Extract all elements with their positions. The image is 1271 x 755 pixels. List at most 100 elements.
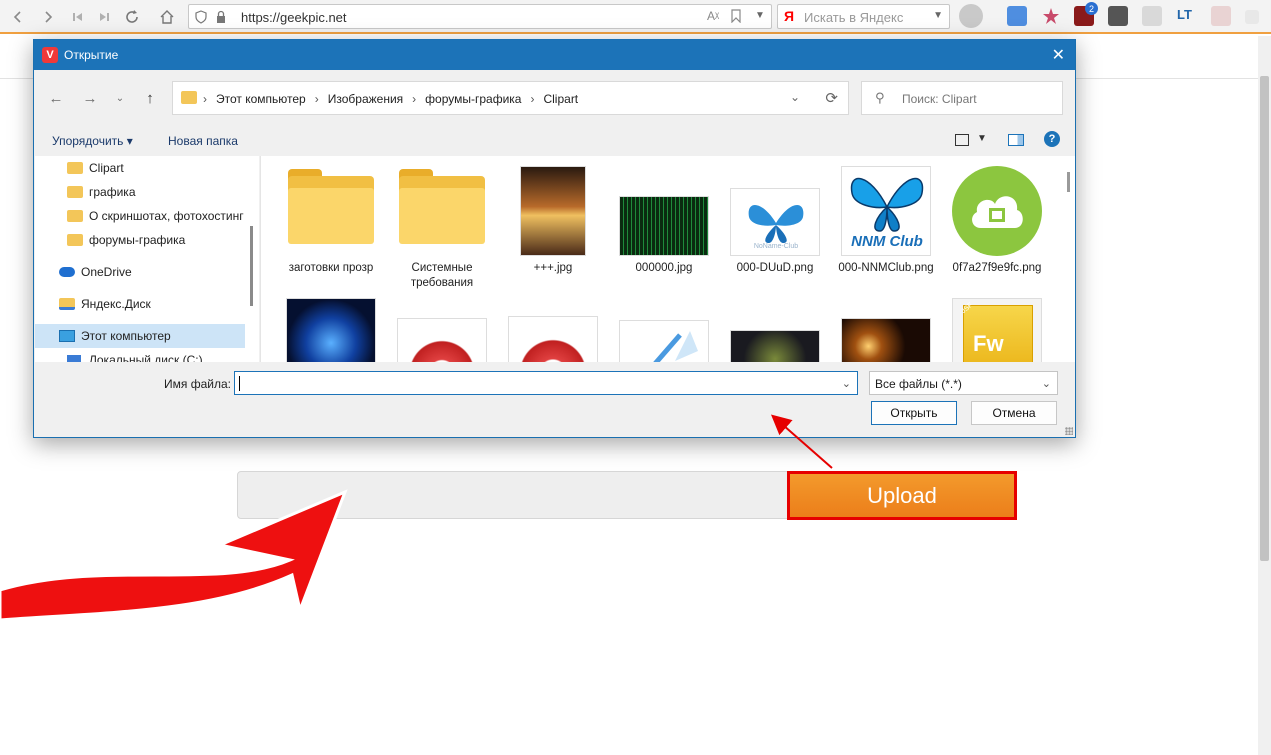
reload-icon[interactable] bbox=[120, 5, 144, 29]
image-ext-icon[interactable] bbox=[1211, 6, 1231, 26]
folder-icon bbox=[67, 162, 83, 174]
breadcrumb[interactable]: › Этот компьютер › Изображения › форумы-… bbox=[172, 81, 849, 115]
filetype-select[interactable]: Все файлы (*.*) ⌄ bbox=[869, 371, 1058, 395]
star-ext-icon[interactable] bbox=[1041, 6, 1061, 26]
page-scrollbar-thumb[interactable] bbox=[1260, 76, 1269, 561]
resize-grip-icon[interactable] bbox=[1065, 427, 1073, 435]
rewind-icon[interactable] bbox=[66, 5, 90, 29]
chevron-down-icon[interactable]: ⌄ bbox=[790, 90, 800, 104]
nav-item-local-disk[interactable]: Локальный диск (C:) bbox=[35, 348, 245, 362]
help-icon[interactable]: ? bbox=[1044, 131, 1060, 147]
matrix-image-icon bbox=[619, 196, 709, 256]
folder-icon bbox=[59, 298, 75, 310]
recent-dropdown-icon[interactable]: ⌄ bbox=[110, 81, 130, 115]
menu-ext-icon[interactable] bbox=[1245, 10, 1259, 24]
new-folder-button[interactable]: Новая папка bbox=[168, 134, 238, 148]
forward-arrow-icon[interactable]: → bbox=[78, 81, 102, 115]
lt-ext-icon[interactable]: LT bbox=[1177, 7, 1192, 22]
nav-item-clipart[interactable]: Clipart bbox=[35, 156, 245, 180]
bookmark-icon[interactable] bbox=[731, 9, 741, 26]
nav-scrollbar[interactable] bbox=[245, 156, 259, 362]
avatar-icon[interactable] bbox=[959, 4, 983, 28]
preview-pane-icon[interactable] bbox=[1008, 134, 1024, 146]
breadcrumb-item[interactable]: форумы-графика bbox=[425, 92, 521, 106]
translator-ext-icon[interactable] bbox=[1007, 6, 1027, 26]
cloud-video-image-icon bbox=[952, 166, 1042, 256]
butterfly-image-icon: NoName-Club bbox=[730, 188, 820, 256]
back-icon[interactable] bbox=[6, 5, 30, 29]
forward-icon[interactable] bbox=[36, 5, 60, 29]
address-bar[interactable]: https://geekpic.net Aᵡ ▼ bbox=[188, 4, 772, 29]
cancel-button[interactable]: Отмена bbox=[971, 401, 1057, 425]
file-list: заготовки прозр Системные требования +++… bbox=[260, 156, 1062, 362]
folder-icon bbox=[399, 169, 485, 244]
file-list-scrollbar[interactable] bbox=[1062, 156, 1075, 362]
plasma-image-icon bbox=[286, 298, 376, 362]
gear-image-icon bbox=[397, 318, 487, 362]
vivaldi-app-icon: V bbox=[42, 47, 58, 63]
view-mode-icon[interactable] bbox=[955, 134, 969, 146]
nav-item-onedrive[interactable]: OneDrive bbox=[35, 260, 245, 284]
file-name: заготовки прозр bbox=[288, 262, 374, 274]
drive-icon bbox=[67, 355, 81, 362]
breadcrumb-item[interactable]: Изображения bbox=[328, 92, 403, 106]
filename-input[interactable]: ⌄ bbox=[234, 371, 858, 395]
view-dropdown-icon[interactable]: ▼ bbox=[977, 133, 987, 144]
nav-item-grafika[interactable]: графика bbox=[35, 180, 245, 204]
file-name: 000000.jpg bbox=[635, 262, 693, 274]
folder-search-input[interactable]: ⚲ Поиск: Clipart bbox=[861, 81, 1063, 115]
chevron-down-icon[interactable]: ⌄ bbox=[842, 377, 851, 390]
computer-icon bbox=[59, 330, 75, 342]
close-icon[interactable]: ✕ bbox=[1052, 45, 1065, 65]
organize-button[interactable]: Упорядочить ▾ bbox=[52, 134, 133, 148]
file-name: 0f7a27f9e9fc.png bbox=[952, 262, 1042, 274]
reader-ext-icon[interactable] bbox=[1108, 6, 1128, 26]
cloud-icon bbox=[59, 267, 75, 277]
breadcrumb-item[interactable]: Этот компьютер bbox=[216, 92, 306, 106]
up-arrow-icon[interactable]: ↑ bbox=[138, 81, 162, 115]
upload-file-field[interactable] bbox=[237, 471, 797, 519]
nav-scrollbar-thumb[interactable] bbox=[250, 226, 253, 306]
file-name: +++.jpg bbox=[533, 262, 573, 274]
nav-item-this-pc[interactable]: Этот компьютер bbox=[35, 324, 245, 348]
file-name: 000-NNMClub.png bbox=[838, 262, 934, 274]
puzzle-ext-icon[interactable] bbox=[1142, 6, 1162, 26]
nav-item-forums[interactable]: форумы-графика bbox=[35, 228, 245, 252]
file-list-scrollbar-thumb[interactable] bbox=[1067, 172, 1070, 192]
search-icon: ⚲ bbox=[875, 90, 885, 105]
dialog-title: Открытие bbox=[64, 48, 119, 62]
file-name: Системные требования bbox=[410, 262, 474, 289]
chevron-down-icon[interactable]: ⌄ bbox=[1042, 377, 1051, 390]
yandex-search-input[interactable]: Я Искать в Яндекс ▼ bbox=[777, 4, 950, 29]
fast-forward-icon[interactable] bbox=[92, 5, 116, 29]
text-caret bbox=[239, 376, 240, 391]
breadcrumb-item[interactable]: Clipart bbox=[543, 92, 578, 106]
refresh-icon[interactable]: ⟳ bbox=[825, 89, 838, 107]
ext-badge: 2 bbox=[1085, 2, 1098, 15]
fireworks-app-image-icon: Fw JSF bbox=[952, 298, 1042, 362]
file-name: 000-DUuD.png bbox=[736, 262, 814, 274]
folder-icon bbox=[67, 234, 83, 246]
upload-button[interactable]: Upload bbox=[787, 471, 1017, 520]
url-text: https://geekpic.net bbox=[241, 10, 347, 25]
translate-icon[interactable]: Aᵡ bbox=[707, 9, 719, 23]
nav-item-yandex-disk[interactable]: Яндекс.Диск bbox=[35, 292, 245, 316]
folder-icon bbox=[67, 210, 83, 222]
search-dropdown-icon[interactable]: ▼ bbox=[933, 10, 943, 21]
open-file-dialog: V Открытие ✕ ← → ⌄ ↑ › Этот компьютер › … bbox=[33, 39, 1076, 438]
browser-toolbar: https://geekpic.net Aᵡ ▼ Я Искать в Янде… bbox=[0, 0, 1271, 34]
command-bar: Упорядочить ▾ Новая папка ▼ ? bbox=[34, 127, 1075, 155]
url-dropdown-icon[interactable]: ▼ bbox=[755, 10, 765, 21]
gear-image-icon bbox=[508, 316, 598, 362]
navigation-pane: Clipart графика О скриншотах, фотохостин… bbox=[35, 156, 245, 362]
yandex-logo-icon: Я bbox=[784, 8, 795, 24]
folder-search-placeholder: Поиск: Clipart bbox=[902, 92, 977, 106]
open-button[interactable]: Открыть bbox=[871, 401, 957, 425]
dialog-titlebar: V Открытие ✕ bbox=[34, 40, 1075, 70]
back-arrow-icon[interactable]: ← bbox=[44, 81, 68, 115]
home-icon[interactable] bbox=[155, 5, 179, 29]
nnm-club-image-icon: NNM Club bbox=[841, 166, 931, 256]
filename-label: Имя файла: bbox=[164, 377, 231, 391]
nav-item-screenshots[interactable]: О скриншотах, фотохостинг bbox=[35, 204, 245, 228]
page-scrollbar[interactable] bbox=[1258, 36, 1271, 755]
